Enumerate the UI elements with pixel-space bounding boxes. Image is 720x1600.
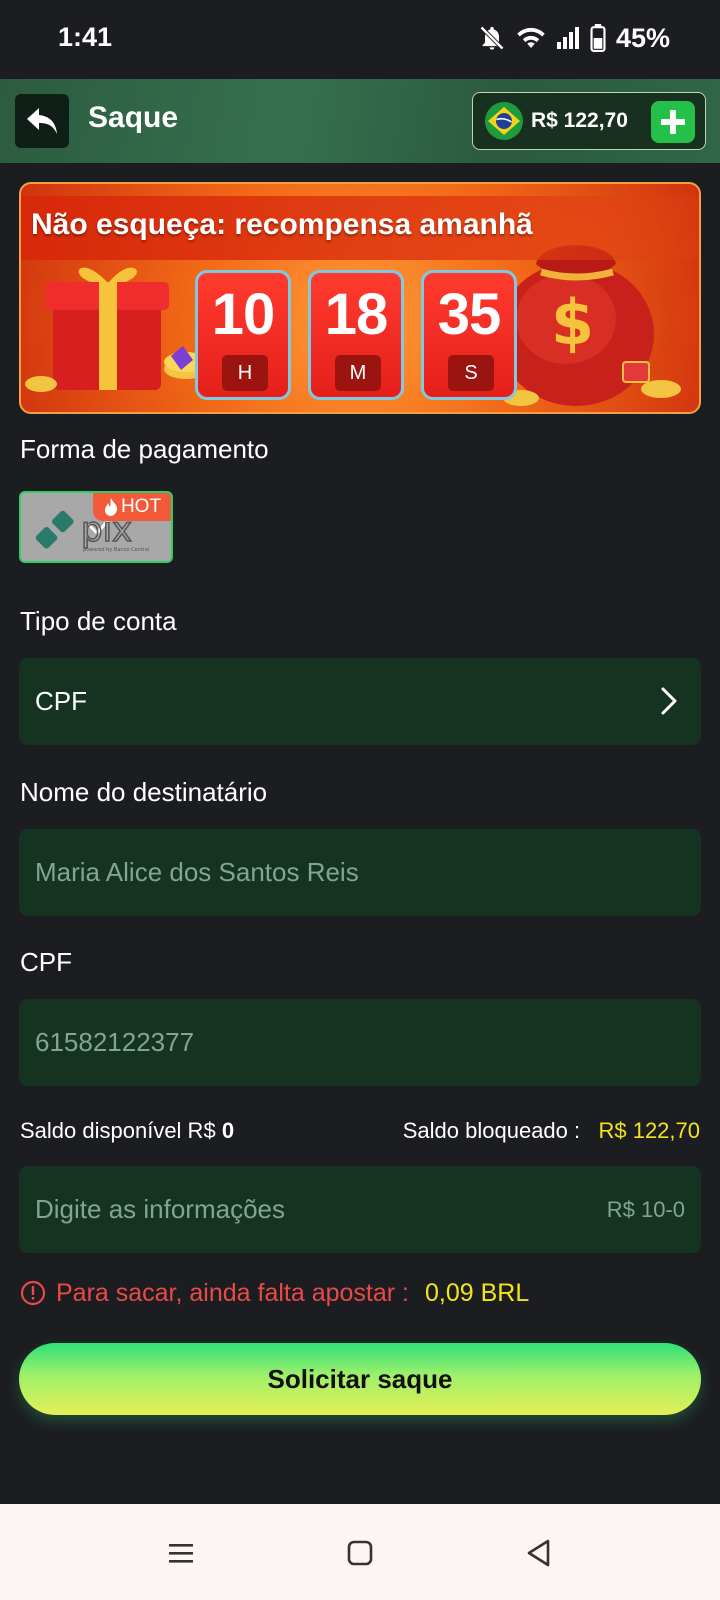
hot-badge: HOT — [93, 493, 171, 521]
payment-option-pix[interactable]: pix powered by Banco Central HOT — [19, 491, 173, 563]
warning-amount: 0,09 BRL — [425, 1278, 530, 1307]
available-balance: Saldo disponível R$ 0 — [20, 1118, 234, 1144]
timer-minutes-unit: M — [335, 355, 381, 391]
blocked-balance: Saldo bloqueado : R$ 122,70 — [403, 1118, 700, 1144]
timer-seconds-unit: S — [448, 355, 494, 391]
app-header: Saque R$ 122,70 — [0, 79, 720, 163]
banner-title: Não esqueça: recompensa amanhã — [31, 208, 533, 241]
account-type-label: Tipo de conta — [20, 606, 177, 636]
back-nav-icon[interactable] — [524, 1538, 554, 1568]
svg-text:powered by Banco Central: powered by Banco Central — [83, 547, 149, 553]
signal-icon — [556, 27, 579, 49]
back-arrow-icon — [27, 108, 57, 134]
cpf-label: CPF — [20, 947, 72, 977]
timer-seconds-value: 35 — [437, 282, 502, 347]
recent-apps-icon[interactable] — [166, 1538, 196, 1568]
battery-icon — [590, 24, 606, 52]
balance-amount: R$ 122,70 — [531, 109, 628, 132]
request-withdrawal-button[interactable]: Solicitar saque — [19, 1343, 701, 1415]
status-icons: 45% — [478, 20, 670, 56]
system-nav-bar — [0, 1504, 720, 1600]
timer-minutes: 18 M — [308, 270, 404, 400]
timer-minutes-value: 18 — [324, 282, 389, 347]
available-balance-label: Saldo disponível R$ — [20, 1118, 216, 1143]
fire-icon — [104, 498, 118, 516]
wifi-icon — [517, 27, 545, 48]
notifications-off-icon — [480, 26, 504, 50]
amount-field[interactable]: Digite as informações R$ 10-0 — [19, 1166, 701, 1253]
payment-method-label: Forma de pagamento — [20, 434, 269, 464]
recipient-name-value: Maria Alice dos Santos Reis — [35, 857, 359, 887]
reward-banner[interactable]: $ Não esqueça: recompensa amanhã 10 H 18… — [19, 182, 701, 414]
hot-badge-label: HOT — [120, 496, 162, 517]
timer-seconds: 35 S — [421, 270, 517, 400]
battery-percentage: 45% — [615, 22, 670, 53]
alert-circle-icon — [20, 1280, 46, 1306]
balances-row: Saldo disponível R$ 0 Saldo bloqueado : … — [20, 1118, 700, 1150]
page-title: Saque — [88, 101, 179, 134]
cpf-field[interactable]: 61582122377 — [19, 999, 701, 1086]
home-icon[interactable] — [345, 1538, 375, 1568]
amount-placeholder: Digite as informações — [35, 1194, 285, 1224]
back-button[interactable] — [15, 94, 69, 148]
status-bar: 1:41 45% — [0, 0, 720, 78]
recipient-name-field[interactable]: Maria Alice dos Santos Reis — [19, 829, 701, 916]
brazil-flag-icon — [485, 102, 523, 140]
balance-display[interactable]: R$ 122,70 — [472, 92, 706, 150]
deposit-plus-button[interactable] — [651, 101, 695, 143]
status-time: 1:41 — [58, 22, 113, 52]
timer-hours: 10 H — [195, 270, 291, 400]
account-type-value: CPF — [35, 686, 87, 716]
available-balance-value: 0 — [221, 1118, 235, 1143]
plus-icon — [661, 110, 685, 134]
timer-hours-value: 10 — [211, 282, 276, 347]
amount-range-hint: R$ 10-0 — [606, 1197, 685, 1222]
gift-box-icon — [45, 267, 169, 390]
account-type-select[interactable]: CPF — [19, 658, 701, 745]
blocked-balance-label: Saldo bloqueado : — [402, 1118, 581, 1143]
chevron-right-icon — [661, 687, 677, 715]
svg-text:$: $ — [551, 286, 594, 359]
recipient-label: Nome do destinatário — [20, 777, 268, 807]
blocked-balance-value: R$ 122,70 — [598, 1118, 700, 1143]
cpf-value: 61582122377 — [35, 1027, 195, 1057]
warning-text: Para sacar, ainda falta apostar : — [56, 1278, 409, 1307]
timer-hours-unit: H — [222, 355, 268, 391]
wager-warning: Para sacar, ainda falta apostar : 0,09 B… — [20, 1276, 529, 1310]
